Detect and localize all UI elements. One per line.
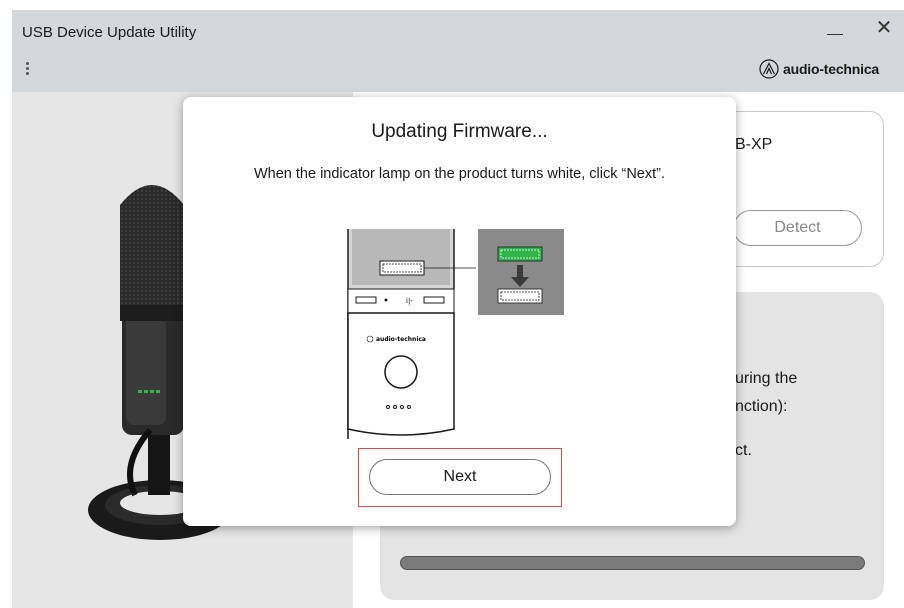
svg-text:i|-: i|-	[406, 297, 413, 305]
instruction-line: ct.	[735, 442, 752, 459]
app-title: USB Device Update Utility	[22, 24, 197, 41]
device-model-name: B-XP	[735, 136, 773, 153]
progress-bar	[400, 556, 865, 570]
instruction-line: nction):	[735, 398, 788, 415]
brand-emblem-icon	[759, 59, 779, 79]
close-icon[interactable]: ✕	[874, 18, 894, 38]
kebab-menu-icon[interactable]	[22, 60, 32, 80]
instruction-line: uring the	[735, 370, 798, 387]
indicator-lamp-illustration: i|- audio-technica	[347, 229, 564, 439]
dialog-message: When the indicator lamp on the product t…	[253, 166, 665, 182]
firmware-update-dialog: Updating Firmware... When the indicator …	[183, 97, 736, 526]
title-bar: USB Device Update Utility ✕ audio-techni…	[12, 10, 904, 92]
brand-logo: audio-technica	[759, 58, 879, 80]
detect-button[interactable]: Detect	[733, 210, 862, 246]
dialog-title: Updating Firmware...	[371, 121, 548, 142]
minimize-icon[interactable]	[825, 20, 845, 40]
brand-name: audio-technica	[783, 61, 879, 77]
next-button[interactable]: Next	[369, 459, 551, 495]
illustration-brand-text: audio-technica	[376, 336, 426, 343]
